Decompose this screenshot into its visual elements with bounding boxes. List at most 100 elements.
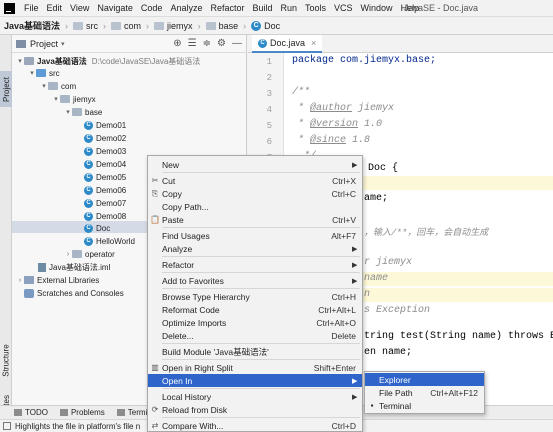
problems-icon — [59, 409, 68, 416]
menu-item-delete[interactable]: Delete... Delete — [148, 329, 362, 342]
menu-item-shortcut: Ctrl+Alt+O — [316, 317, 356, 328]
tree-item-com[interactable]: ▾ com — [40, 80, 76, 92]
tree-item-label: HelloWorld — [96, 236, 135, 246]
chevron-down-icon[interactable]: ▾ — [64, 108, 72, 116]
tool-tab-project[interactable]: Project — [0, 71, 12, 107]
menu-item-label: Browse Type Hierarchy — [162, 291, 250, 302]
tree-item-src[interactable]: ▾ src — [28, 67, 59, 79]
menu-file[interactable]: File — [20, 0, 43, 17]
menu-item-open-in[interactable]: Open In ▶ — [148, 374, 362, 387]
tree-item-class[interactable]: C Demo02 — [84, 132, 126, 144]
menu-item-optimize-imports[interactable]: Optimize Imports Ctrl+Alt+O — [148, 316, 362, 329]
chevron-down-icon[interactable]: ▾ — [52, 95, 60, 103]
tree-item-class[interactable]: C Demo06 — [84, 184, 126, 196]
gear-icon[interactable]: ⚙ — [217, 38, 226, 49]
code-line: n — [364, 289, 371, 300]
tool-window-terminal[interactable]: Termi — [116, 408, 147, 417]
chevron-down-icon[interactable]: ▾ — [40, 82, 48, 90]
tree-item-class[interactable]: C HelloWorld — [84, 235, 135, 247]
submenu-item-explorer[interactable]: Explorer — [365, 373, 484, 386]
hide-icon[interactable]: — — [232, 38, 242, 49]
menu-item-refactor[interactable]: Refactor ▶ — [148, 258, 362, 271]
menu-vcs[interactable]: VCS — [330, 0, 357, 17]
chevron-down-icon[interactable]: ▾ — [28, 69, 36, 77]
chevron-right-icon[interactable]: › — [16, 277, 24, 284]
package-icon — [72, 108, 82, 116]
menu-item-copy-path[interactable]: Copy Path... — [148, 200, 362, 213]
menu-build[interactable]: Build — [248, 0, 276, 17]
tree-item-class[interactable]: C Demo01 — [84, 119, 126, 131]
javadoc-tag: @version — [310, 119, 359, 130]
menu-item-analyze[interactable]: Analyze ▶ — [148, 242, 362, 255]
javadoc-value: 1.0 — [358, 119, 383, 130]
submenu-item-file-path[interactable]: File Path Ctrl+Alt+F12 — [365, 386, 484, 399]
menu-run[interactable]: Run — [277, 0, 302, 17]
menu-item-label: Copy — [162, 188, 182, 199]
code-line: * @version 1.0 — [292, 119, 383, 130]
menu-item-open-in-right-split[interactable]: ▥ Open in Right Split Shift+Enter — [148, 361, 362, 374]
menu-edit[interactable]: Edit — [43, 0, 67, 17]
menu-item-reload-from-disk[interactable]: ⟳ Reload from Disk — [148, 403, 362, 416]
menu-code[interactable]: Code — [137, 0, 167, 17]
chevron-down-icon[interactable]: ▾ — [16, 57, 24, 65]
code-line: ，输入/**，回车，会自动生成 — [364, 228, 489, 238]
tree-item-iml[interactable]: Java基础语法.iml — [38, 261, 110, 273]
breadcrumb-com[interactable]: com — [111, 21, 141, 31]
breadcrumb-separator: › — [103, 20, 107, 31]
menu-item-local-history[interactable]: Local History ▶ — [148, 390, 362, 403]
menu-item-label: Add to Favorites — [162, 275, 224, 286]
folder-icon — [73, 21, 84, 30]
tree-item-class-selected[interactable]: C Doc — [84, 222, 110, 234]
breadcrumb-doc[interactable]: C Doc — [251, 20, 280, 31]
menu-item-browse-type-hierarchy[interactable]: Browse Type Hierarchy Ctrl+H — [148, 290, 362, 303]
close-icon[interactable]: × — [311, 38, 316, 48]
menu-item-build-module[interactable]: Build Module 'Java基础语法' — [148, 345, 362, 358]
package-icon — [72, 250, 82, 258]
menu-item-find-usages[interactable]: Find Usages Alt+F7 — [148, 229, 362, 242]
tool-window-problems[interactable]: Problems — [59, 408, 105, 417]
menu-item-paste[interactable]: 📋 Paste Ctrl+V — [148, 213, 362, 226]
menu-refactor[interactable]: Refactor — [206, 0, 248, 17]
tree-item-external-libraries[interactable]: › External Libraries — [16, 274, 99, 286]
menu-analyze[interactable]: Analyze — [166, 0, 206, 17]
tree-item-class[interactable]: C Demo08 — [84, 210, 126, 222]
tool-tab-structure[interactable]: Structure — [0, 335, 12, 385]
breadcrumb-src[interactable]: src — [73, 21, 98, 31]
tree-item-class[interactable]: C Demo07 — [84, 197, 126, 209]
menu-item-copy[interactable]: ⎘ Copy Ctrl+C — [148, 187, 362, 200]
menu-window[interactable]: Window — [357, 0, 397, 17]
menu-item-compare-with[interactable]: ⇄ Compare With... Ctrl+D — [148, 419, 362, 432]
tree-item-scratches[interactable]: Scratches and Consoles — [24, 287, 124, 299]
menu-separator — [162, 256, 360, 257]
tree-item-class[interactable]: C Demo05 — [84, 171, 126, 183]
chevron-down-icon[interactable]: ▾ — [61, 40, 65, 48]
locate-icon[interactable]: ⊕ — [173, 38, 181, 49]
collapse-all-icon[interactable]: ≑ — [203, 38, 211, 49]
class-icon: C — [84, 223, 93, 233]
tree-item-class[interactable]: C Demo03 — [84, 145, 126, 157]
line-number: 6 — [266, 137, 272, 147]
menu-view[interactable]: View — [66, 0, 93, 17]
project-panel-title[interactable]: Project — [30, 39, 58, 49]
menu-item-new[interactable]: New ▶ — [148, 158, 362, 171]
tree-item-label: Doc — [96, 223, 111, 233]
submenu-item-terminal[interactable]: ▪ Terminal — [365, 399, 484, 412]
breadcrumb-base[interactable]: base — [205, 21, 238, 31]
menu-item-cut[interactable]: ✂ Cut Ctrl+X — [148, 174, 362, 187]
breadcrumb-jiemyx[interactable]: jiemyx — [154, 21, 193, 31]
breadcrumb-project[interactable]: Java基础语法 — [4, 19, 60, 32]
menu-item-add-to-favorites[interactable]: Add to Favorites ▶ — [148, 274, 362, 287]
tree-item-operator[interactable]: › operator — [64, 248, 115, 260]
tree-item-jiemyx[interactable]: ▾ jiemyx — [52, 93, 95, 105]
menu-item-reformat-code[interactable]: Reformat Code Ctrl+Alt+L — [148, 303, 362, 316]
status-icon[interactable] — [3, 422, 11, 430]
tree-item-root[interactable]: ▾ Java基础语法 D:\code\JavaSE\Java基础语法 — [16, 55, 200, 67]
tree-item-class[interactable]: C Demo04 — [84, 158, 126, 170]
tool-window-todo[interactable]: TODO — [14, 408, 48, 417]
editor-tab-doc[interactable]: C Doc.java × — [252, 35, 323, 53]
chevron-right-icon[interactable]: › — [64, 251, 72, 258]
menu-navigate[interactable]: Navigate — [93, 0, 137, 17]
menu-tools[interactable]: Tools — [301, 0, 330, 17]
tree-item-base[interactable]: ▾ base — [64, 106, 102, 118]
expand-all-icon[interactable]: ☰ — [188, 38, 197, 49]
